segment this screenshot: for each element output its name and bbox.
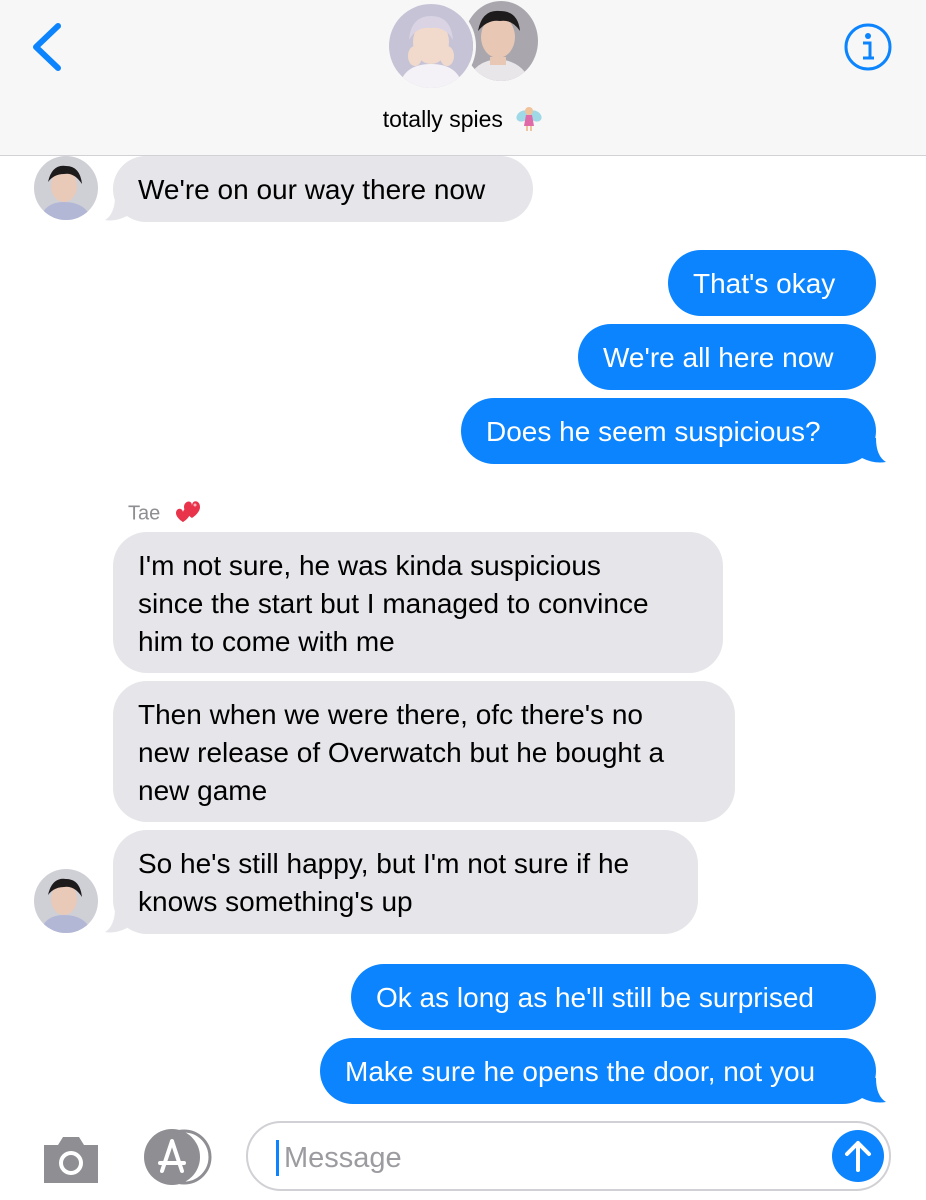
send-arrow-up-icon <box>845 1141 871 1172</box>
app-store-icon <box>144 1129 212 1185</box>
message-text-line: knows something's up <box>138 886 413 917</box>
message-text-line: new release of Overwatch but he bought a <box>138 737 665 768</box>
group-name-text: totally spies <box>382 106 503 133</box>
message-text-line: since the start but I managed to convinc… <box>138 588 649 619</box>
message-text-line: new game <box>138 775 268 806</box>
chevron-left-icon <box>33 23 61 71</box>
contact-avatar[interactable] <box>34 156 98 220</box>
conversation-header: totally spies <box>0 0 926 156</box>
text-cursor <box>276 1140 279 1176</box>
contact-avatar[interactable] <box>34 869 98 933</box>
camera-icon <box>44 1137 98 1183</box>
compose-bar: Message <box>0 1107 926 1200</box>
message-bubble-outgoing[interactable]: Ok as long as he'll still be surprised <box>351 964 876 1030</box>
sender-name-label: Tae <box>128 497 204 531</box>
fairy-emoji-icon <box>515 104 543 138</box>
message-bubble-incoming[interactable]: I'm not sure, he was kinda suspicious si… <box>113 532 723 673</box>
message-bubble-outgoing[interactable]: Does he seem suspicious? <box>461 398 876 464</box>
send-button[interactable] <box>832 1130 884 1182</box>
message-placeholder: Message <box>284 1142 402 1174</box>
message-text-line: So he's still happy, but I'm not sure if… <box>138 848 630 879</box>
message-bubble-outgoing[interactable]: That's okay <box>668 250 876 316</box>
message-text: We're all here now <box>603 342 834 373</box>
message-text: Ok as long as he'll still be surprised <box>376 982 814 1013</box>
message-text-line: Then when we were there, ofc there's no <box>138 699 643 730</box>
message-text: Make sure he opens the door, not you <box>345 1056 816 1087</box>
info-icon <box>844 23 892 71</box>
group-avatars[interactable] <box>386 1 541 91</box>
message-bubble-incoming[interactable]: We're on our way there now <box>113 156 533 222</box>
message-bubble-outgoing[interactable]: We're all here now <box>578 324 876 390</box>
sender-name: Tae <box>128 502 161 525</box>
info-button[interactable] <box>843 22 893 72</box>
message-text-line: I'm not sure, he was kinda suspicious <box>138 550 601 581</box>
message-text: That's okay <box>693 268 836 299</box>
member-avatar-1 <box>386 1 476 91</box>
message-bubble-incoming[interactable]: So he's still happy, but I'm not sure if… <box>113 830 698 934</box>
back-button[interactable] <box>28 22 68 72</box>
two-hearts-emoji-icon <box>174 497 204 531</box>
message-text: Does he seem suspicious? <box>486 416 821 447</box>
group-name[interactable]: totally spies <box>0 104 926 138</box>
message-bubble-incoming[interactable]: Then when we were there, ofc there's no … <box>113 681 735 822</box>
message-text: We're on our way there now <box>138 174 486 205</box>
camera-button[interactable] <box>40 1129 102 1187</box>
message-text-line: him to come with me <box>138 626 395 657</box>
app-store-button[interactable] <box>140 1127 216 1187</box>
message-input[interactable]: Message <box>246 1121 891 1191</box>
message-bubble-outgoing[interactable]: Make sure he opens the door, not you <box>320 1038 876 1104</box>
